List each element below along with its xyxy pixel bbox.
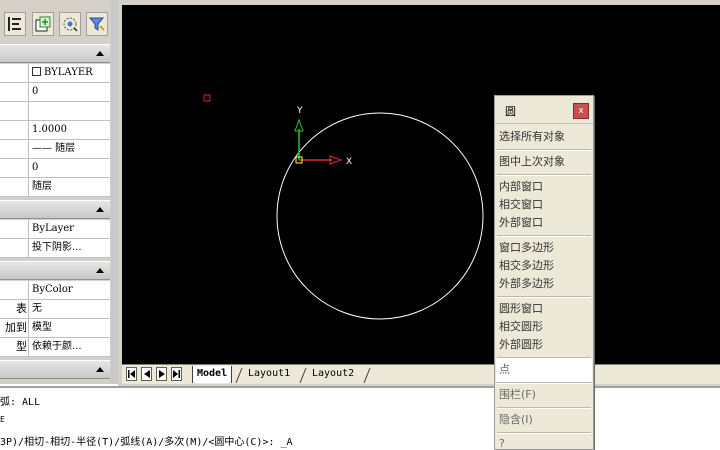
property-row[interactable]: 加到 模型 — [0, 319, 110, 338]
menu-separator — [497, 235, 591, 237]
filter-icon — [88, 17, 105, 31]
color-swatch-checkbox[interactable] — [32, 67, 41, 76]
property-row[interactable]: ByLayer — [0, 220, 110, 239]
property-row[interactable]: 随层 — [0, 178, 110, 197]
block-insert-button[interactable] — [32, 12, 54, 36]
menu-item[interactable]: 圆形窗口 — [498, 300, 590, 318]
menu-separator — [497, 174, 591, 176]
text-align-icon — [8, 17, 21, 31]
property-value — [29, 102, 110, 120]
property-value: 0 — [29, 159, 110, 177]
property-row[interactable]: 0 — [0, 83, 110, 102]
menu-separator — [497, 382, 591, 384]
menu-item[interactable]: 围栏(F) — [498, 386, 590, 404]
prev-icon — [143, 370, 150, 378]
properties-toolbar — [0, 0, 118, 36]
menu-item[interactable]: 相交窗口 — [498, 196, 590, 214]
selection-context-menu: 圆 x 选择所有对象 图中上次对象 内部窗口 相交窗口 外部窗口 窗口多边形 相… — [494, 95, 594, 450]
tab-separators — [235, 367, 371, 384]
property-value: 模型 — [29, 319, 110, 337]
property-value: 依赖于颜... — [29, 338, 110, 356]
first-tab-button[interactable] — [126, 367, 137, 381]
menu-item[interactable]: 窗口多边形 — [498, 239, 590, 257]
menu-title-bar[interactable]: 圆 x — [495, 96, 593, 124]
menu-item[interactable]: 外部多边形 — [498, 275, 590, 293]
quick-select-button[interactable] — [59, 12, 81, 36]
property-value: ByColor — [29, 281, 110, 299]
menu-separator — [497, 432, 591, 434]
properties-panel: BYLAYER 0 1.0000 —— 随层 0 随层 ByLayer 投下阴影… — [0, 0, 118, 384]
menu-item[interactable]: 内部窗口 — [498, 178, 590, 196]
menu-item[interactable]: 点 — [498, 361, 590, 379]
tab-model[interactable]: Model — [192, 366, 233, 383]
rendering-section-header[interactable] — [0, 200, 110, 219]
property-row[interactable] — [0, 102, 110, 121]
collapse-icon — [96, 268, 104, 273]
block-insert-icon — [35, 16, 51, 32]
first-icon — [128, 370, 135, 378]
property-value: —— 随层 — [29, 140, 110, 158]
command-line[interactable]: 弧: ALL E 3P)/相切-相切-半径(T)/弧线(A)/多次(M)/<圆中… — [0, 386, 720, 450]
property-value: 无 — [29, 300, 110, 318]
ucs-y-label: Y — [296, 106, 303, 116]
drawing-area[interactable]: Y X — [122, 5, 720, 364]
next-tab-button[interactable] — [156, 367, 167, 381]
properties-scrollbar[interactable] — [111, 0, 118, 384]
menu-item[interactable]: 隐含(I) — [498, 411, 590, 429]
property-value: 投下阴影... — [29, 239, 110, 257]
menu-item[interactable]: ? — [498, 435, 590, 450]
property-value: 1.0000 — [29, 121, 110, 139]
menu-item[interactable]: 相交多边形 — [498, 257, 590, 275]
property-row[interactable]: 0 — [0, 159, 110, 178]
menu-item[interactable]: 相交圆形 — [498, 318, 590, 336]
next-icon — [158, 370, 165, 378]
property-row[interactable]: 表无 — [0, 300, 110, 319]
property-row[interactable]: 型依赖于颜... — [0, 338, 110, 357]
filter-button[interactable] — [86, 12, 108, 36]
circle-entity[interactable] — [276, 112, 484, 320]
collapse-icon — [96, 367, 104, 372]
property-value: BYLAYER — [44, 67, 93, 78]
general-section-header[interactable] — [0, 44, 110, 63]
quick-select-icon — [63, 17, 78, 32]
menu-item[interactable]: 外部圆形 — [498, 336, 590, 354]
menu-item[interactable]: 图中上次对象 — [498, 153, 590, 171]
menu-separator — [497, 149, 591, 151]
last-icon — [173, 370, 180, 378]
command-history-line: E — [0, 415, 5, 424]
layout-tab-bar: Model Layout1 Layout2 — [122, 364, 720, 384]
text-align-button[interactable] — [4, 12, 26, 36]
collapse-icon — [96, 51, 104, 56]
grip-marker[interactable] — [203, 94, 211, 102]
property-row[interactable]: 1.0000 — [0, 121, 110, 140]
menu-separator — [497, 407, 591, 409]
property-value: ByLayer — [29, 220, 110, 238]
close-icon[interactable]: x — [573, 103, 589, 119]
menu-title: 圆 — [505, 105, 516, 118]
command-prompt[interactable]: 3P)/相切-相切-半径(T)/弧线(A)/多次(M)/<圆中心(C)>: _A — [0, 433, 293, 448]
menu-item[interactable]: 选择所有对象 — [498, 128, 590, 146]
property-value: 0 — [29, 83, 110, 101]
menu-separator — [497, 296, 591, 298]
command-history-line: 弧: ALL — [0, 397, 41, 408]
last-tab-button[interactable] — [171, 367, 182, 381]
property-value: 随层 — [29, 178, 110, 196]
property-row[interactable]: ByColor — [0, 281, 110, 300]
ucs-icon: Y X — [294, 106, 352, 167]
misc-section-header[interactable] — [0, 360, 110, 379]
ucs-x-label: X — [346, 157, 352, 167]
plot-section-header[interactable] — [0, 261, 110, 280]
prev-tab-button[interactable] — [141, 367, 152, 381]
menu-item[interactable]: 外部窗口 — [498, 214, 590, 232]
drawing-canvas[interactable]: Y X — [122, 5, 720, 364]
property-row[interactable]: 投下阴影... — [0, 239, 110, 258]
property-row[interactable]: BYLAYER — [0, 64, 110, 83]
collapse-icon — [96, 207, 104, 212]
property-row[interactable]: —— 随层 — [0, 140, 110, 159]
